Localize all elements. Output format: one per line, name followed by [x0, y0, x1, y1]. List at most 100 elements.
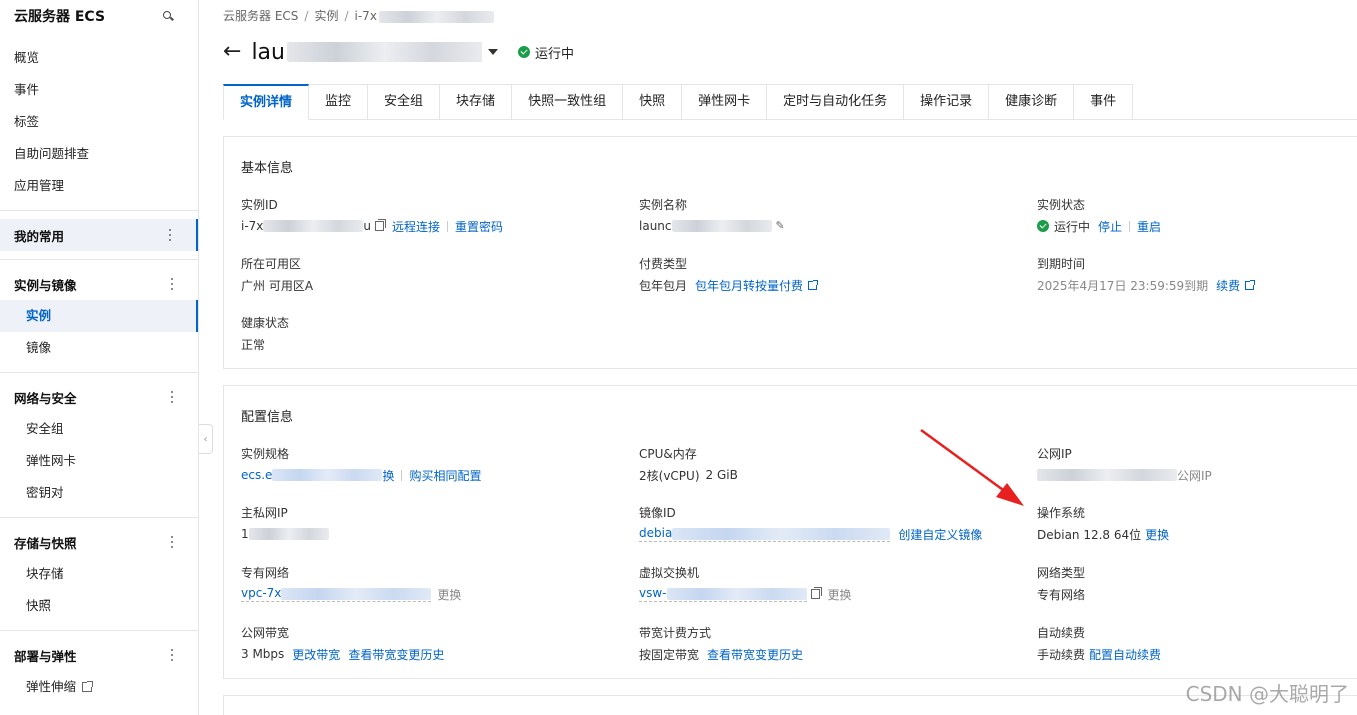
divider: [0, 517, 198, 518]
tab-security-groups[interactable]: 安全组: [368, 84, 441, 120]
sidebar-group-favorites[interactable]: 我的常用: [0, 219, 198, 251]
more-icon[interactable]: [170, 649, 174, 661]
convert-billing-link[interactable]: 包年包月转按量付费: [695, 277, 803, 294]
copy-icon[interactable]: [375, 219, 387, 231]
change-os-link[interactable]: 更换: [1145, 526, 1169, 543]
field-label: 实例规格: [241, 447, 290, 461]
tab-health-diagnosis[interactable]: 健康诊断: [989, 84, 1075, 120]
field-image-id: 镜像ID debia 创建自定义镜像: [639, 504, 982, 543]
private-ip-value: 1: [241, 527, 249, 541]
breadcrumb-section[interactable]: 实例: [314, 9, 338, 23]
tab-scheduled-tasks[interactable]: 定时与自动化任务: [767, 84, 905, 120]
field-label: 所在可用区: [241, 257, 302, 271]
status-text: 运行中: [534, 46, 574, 62]
sidebar-item-overview[interactable]: 概览: [0, 42, 198, 74]
more-icon[interactable]: [170, 278, 174, 290]
sidebar-item-block-storage[interactable]: 块存储: [0, 558, 198, 590]
back-arrow-icon[interactable]: ←: [223, 41, 241, 63]
vswitch-value[interactable]: vsw-: [639, 586, 667, 600]
more-icon[interactable]: [168, 229, 172, 241]
more-icon[interactable]: [170, 536, 174, 548]
sidebar-item-instances[interactable]: 实例: [0, 300, 198, 332]
stop-link[interactable]: 停止: [1098, 218, 1122, 235]
sidebar-item-auto-scaling[interactable]: 弹性伸缩: [0, 671, 198, 703]
sidebar-item-tags[interactable]: 标签: [0, 106, 198, 138]
section-title: 基本信息: [241, 161, 294, 176]
sidebar-item-self-troubleshoot[interactable]: 自助问题排查: [0, 138, 198, 170]
field-label: 公网带宽: [241, 626, 290, 640]
tab-block-storage[interactable]: 块存储: [440, 84, 513, 120]
spec-value[interactable]: ecs.e: [241, 468, 272, 482]
redacted-title: [286, 42, 482, 62]
sidebar-group-storage-snapshots[interactable]: 存储与快照: [0, 526, 198, 558]
search-icon[interactable]: [162, 10, 174, 22]
tab-operation-log[interactable]: 操作记录: [904, 84, 990, 120]
field-label: 主私网IP: [241, 506, 288, 520]
change-vpc-link[interactable]: 更换: [437, 586, 461, 603]
field-bandwidth-billing: 带宽计费方式 按固定带宽 查看带宽变更历史: [639, 624, 803, 663]
image-id-value[interactable]: debia: [639, 526, 672, 540]
field-os: 操作系统 Debian 12.8 64位 更换: [1037, 504, 1169, 543]
renew-link[interactable]: 续费: [1216, 277, 1240, 294]
divider: [0, 372, 198, 373]
collapse-sidebar-button[interactable]: ‹: [199, 424, 213, 454]
buy-same-config-link[interactable]: 购买相同配置: [409, 467, 481, 484]
more-icon[interactable]: [170, 391, 174, 403]
sidebar-header: 云服务器 ECS: [0, 0, 198, 32]
field-zone: 所在可用区 广州 可用区A: [241, 255, 313, 294]
change-spec-link[interactable]: 换: [382, 467, 394, 484]
sidebar-item-events[interactable]: 事件: [0, 74, 198, 106]
external-link-icon[interactable]: [808, 279, 819, 290]
divider: [0, 630, 198, 631]
edit-icon[interactable]: ✎: [776, 220, 786, 231]
sidebar-item-images[interactable]: 镜像: [0, 332, 198, 364]
tab-snapshot-consistency-groups[interactable]: 快照一致性组: [512, 84, 624, 120]
page-title: lau: [251, 39, 285, 65]
config-info-card: 配置信息 实例规格 ecs.e 换 购买相同配置 CPU&内存 2核(vCPU) …: [223, 385, 1357, 679]
tab-snapshots[interactable]: 快照: [623, 84, 683, 120]
reset-password-link[interactable]: 重置密码: [455, 218, 503, 235]
bandwidth-history-link[interactable]: 查看带宽变更历史: [348, 646, 444, 663]
sidebar-group-network-security[interactable]: 网络与安全: [0, 381, 198, 413]
sidebar-item-security-groups[interactable]: 安全组: [0, 413, 198, 445]
remote-connect-link[interactable]: 远程连接: [392, 218, 440, 235]
breadcrumb-root[interactable]: 云服务器 ECS: [223, 9, 298, 23]
chevron-down-icon[interactable]: [487, 49, 498, 55]
sidebar-group-label: 存储与快照: [14, 535, 77, 551]
create-custom-image-link[interactable]: 创建自定义镜像: [898, 526, 982, 543]
tab-monitoring[interactable]: 监控: [309, 84, 369, 120]
tab-events[interactable]: 事件: [1074, 84, 1134, 120]
config-auto-renew-link[interactable]: 配置自动续费: [1089, 646, 1161, 663]
field-label: 实例ID: [241, 198, 278, 212]
vpc-value[interactable]: vpc-7x: [241, 586, 281, 600]
change-vswitch-link[interactable]: 更换: [828, 586, 852, 603]
field-health: 健康状态 正常: [241, 314, 289, 353]
network-type-value: 专有网络: [1037, 587, 1086, 602]
sidebar-item-app-management[interactable]: 应用管理: [0, 170, 198, 202]
sidebar-item-eni[interactable]: 弹性网卡: [0, 445, 198, 477]
sidebar-group-label: 网络与安全: [14, 390, 77, 406]
copy-icon[interactable]: [810, 587, 822, 599]
basic-info-card: 基本信息 实例ID i-7x u 远程连接 重置密码 实例名称 launc ✎: [223, 136, 1357, 369]
sidebar-group-deploy-elastic[interactable]: 部署与弹性: [0, 639, 198, 671]
field-label: 专有网络: [241, 566, 290, 580]
sidebar-group-instances-images[interactable]: 实例与镜像: [0, 268, 198, 300]
tab-eni[interactable]: 弹性网卡: [682, 84, 768, 120]
field-label: 带宽计费方式: [639, 626, 712, 640]
bw-billing-value: 按固定带宽: [639, 647, 700, 662]
sidebar-item-snapshots[interactable]: 快照: [0, 590, 198, 622]
os-value: Debian 12.8 64位: [1037, 527, 1142, 542]
divider: [0, 259, 198, 260]
field-label: 虚拟交换机: [639, 566, 700, 580]
external-link-icon[interactable]: [1245, 279, 1256, 290]
instance-name-value: launc: [639, 219, 672, 233]
status-text: 运行中: [1054, 219, 1091, 234]
change-bandwidth-link[interactable]: 更改带宽: [292, 646, 340, 663]
divider: [0, 210, 198, 211]
bandwidth-history-link[interactable]: 查看带宽变更历史: [707, 646, 803, 663]
sidebar-group-label: 部署与弹性: [14, 648, 77, 664]
field-label: 实例名称: [639, 198, 688, 212]
tab-instance-details[interactable]: 实例详情: [223, 84, 310, 120]
sidebar-item-keypairs[interactable]: 密钥对: [0, 477, 198, 509]
restart-link[interactable]: 重启: [1137, 218, 1161, 235]
